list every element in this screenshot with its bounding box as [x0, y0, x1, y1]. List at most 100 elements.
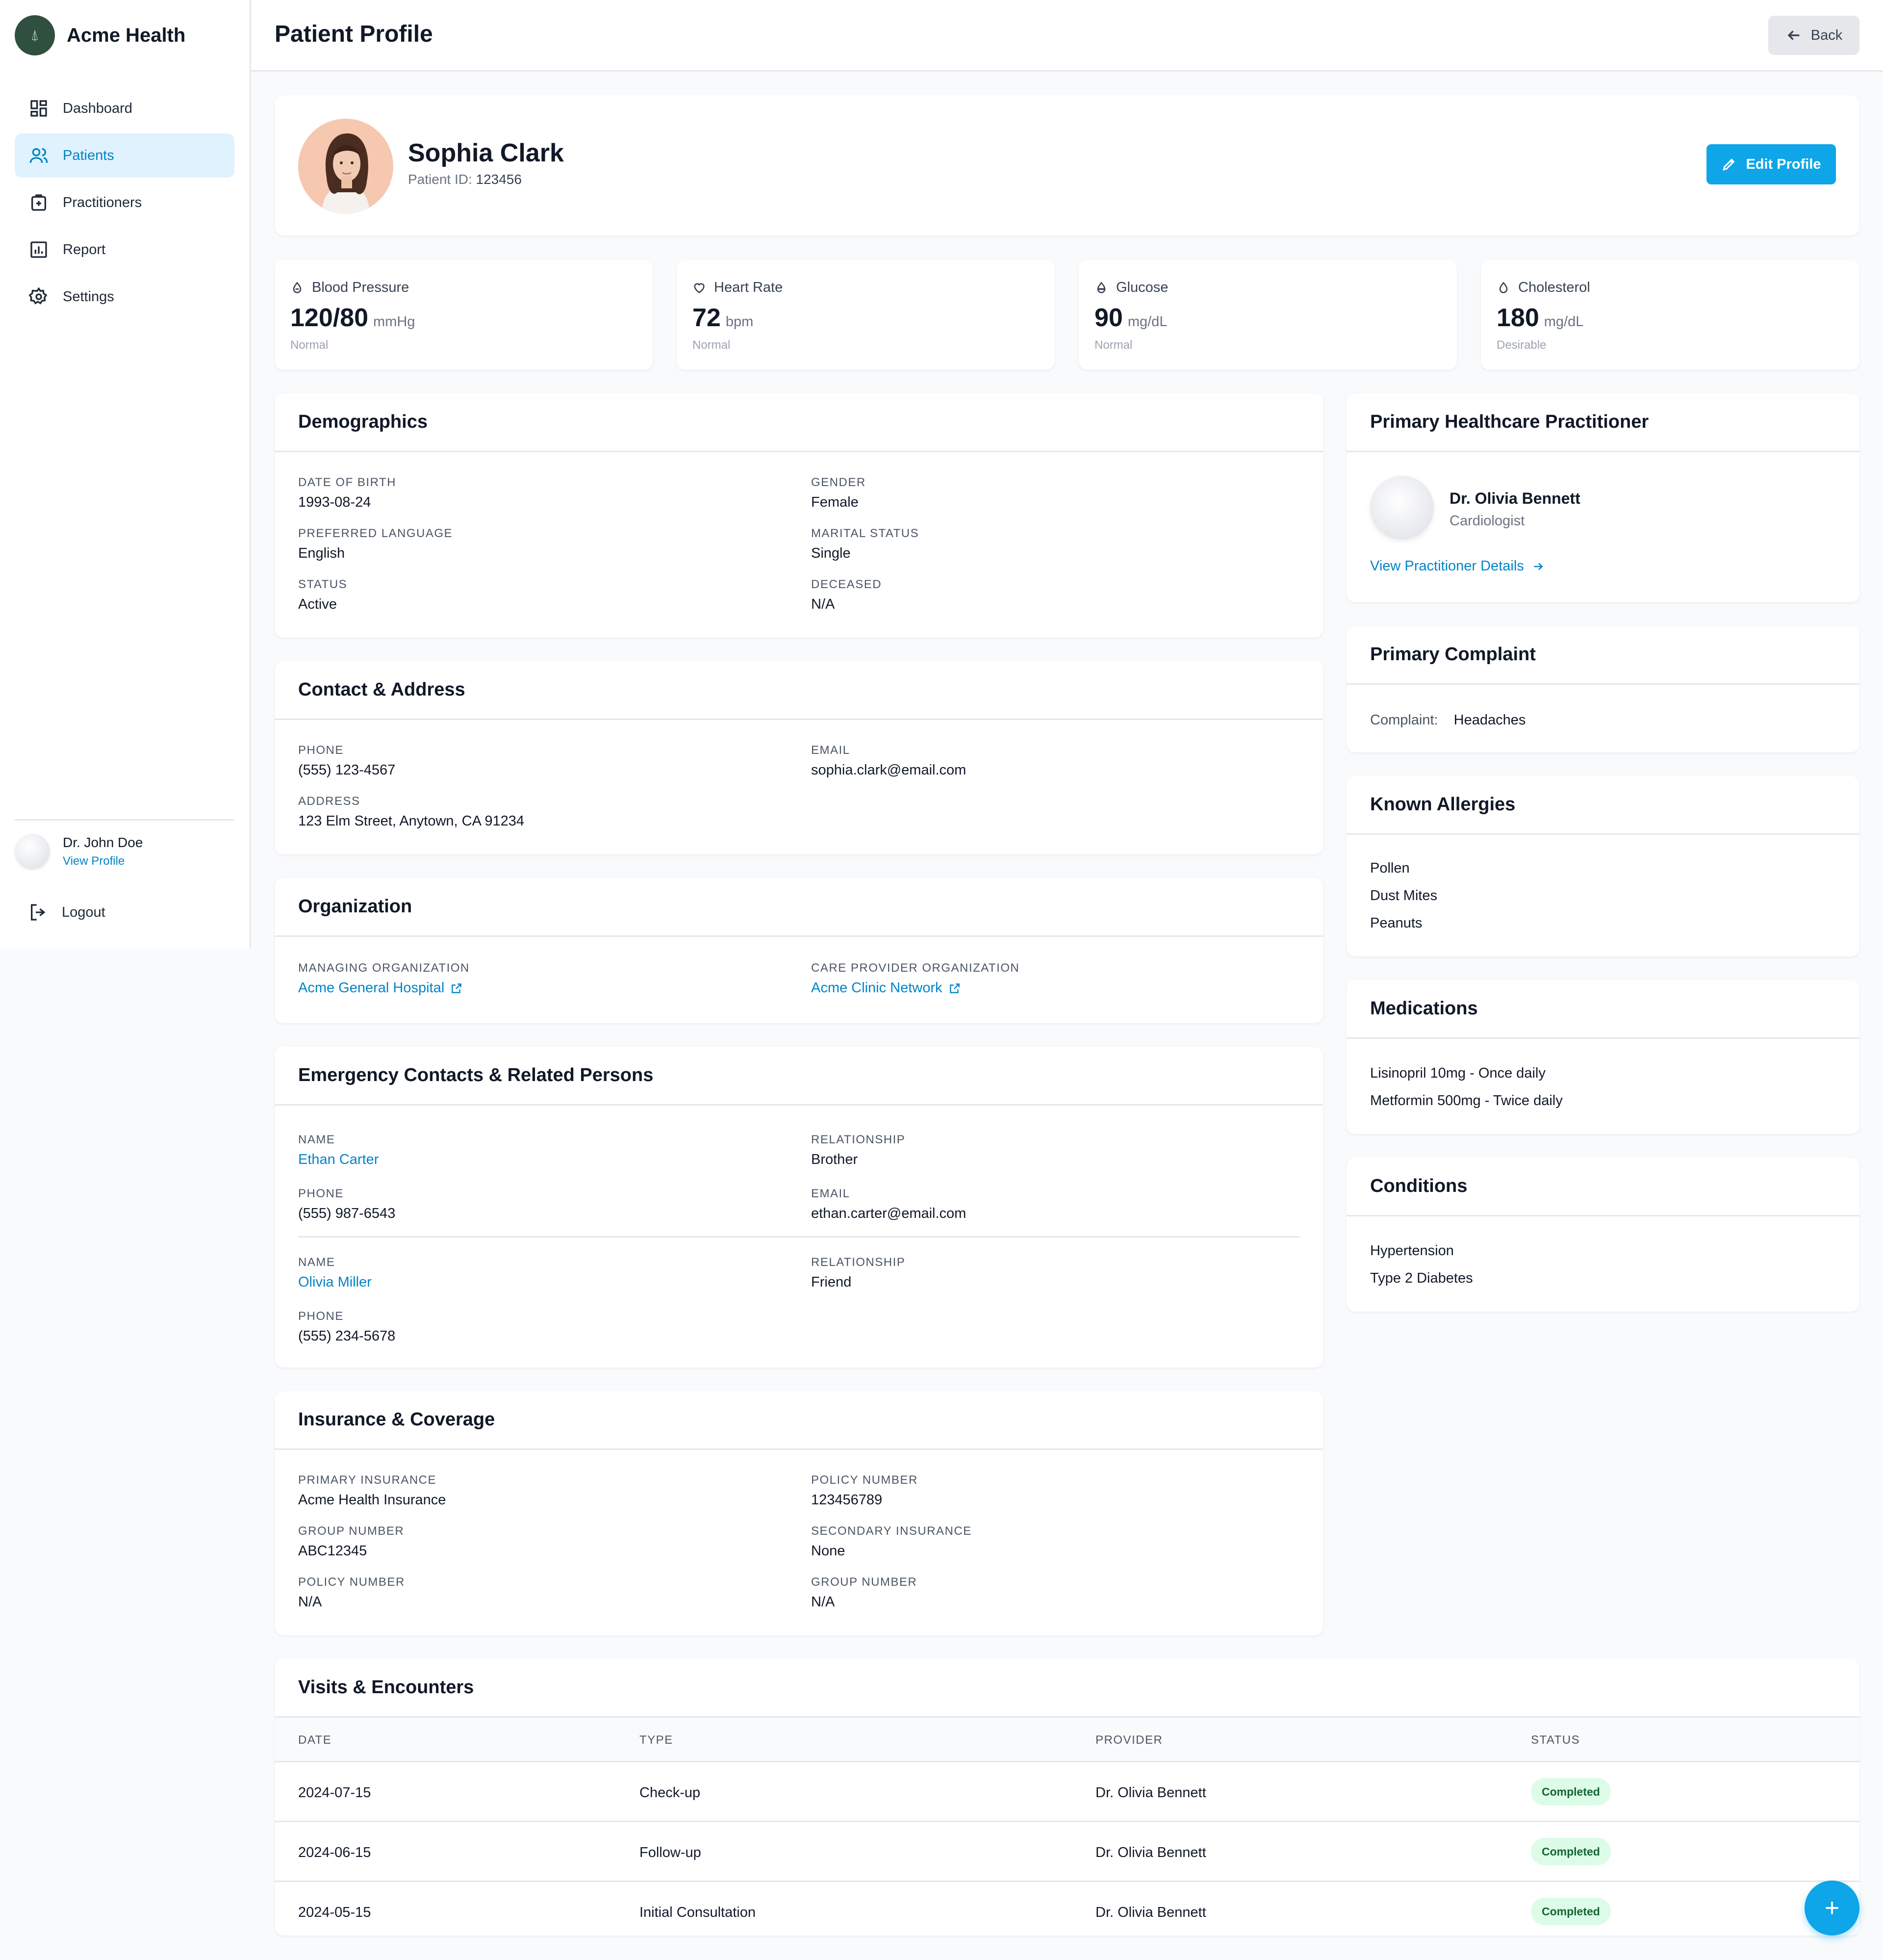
- field-value: ABC12345: [298, 1543, 367, 1559]
- field-secondary-insurance: Secondary Insurance None: [811, 1524, 972, 1559]
- sidebar-item-settings[interactable]: Settings: [15, 275, 234, 319]
- section-title: Insurance & Coverage: [275, 1391, 1323, 1450]
- field-value: (555) 234-5678: [298, 1328, 396, 1344]
- complaint-label: Complaint:: [1370, 712, 1438, 728]
- sidebar-item-label: Dashboard: [63, 100, 132, 116]
- field-value: Friend: [811, 1274, 852, 1290]
- logout-icon: [31, 904, 46, 921]
- table-row[interactable]: 2024-06-15 Follow-up Dr. Olivia Bennett …: [275, 1821, 1859, 1881]
- field-label: Marital Status: [811, 527, 919, 540]
- patient-id-label: Patient ID:: [408, 172, 472, 187]
- plus-icon: +: [1824, 1894, 1840, 1922]
- field-value: 123456789: [811, 1492, 883, 1508]
- visits-card: Visits & Encounters DATE TYPE PROVIDER S…: [275, 1659, 1859, 1935]
- practitioner-role: Cardiologist: [1450, 513, 1525, 529]
- contact-name-link[interactable]: Olivia Miller: [298, 1274, 372, 1290]
- field-secondary-group-number: Group Number N/A: [811, 1575, 917, 1610]
- allergies-card: Known Allergies Pollen Dust Mites Peanut…: [1347, 776, 1859, 956]
- view-profile-link[interactable]: View Profile: [63, 854, 143, 868]
- field-label: Gender: [811, 476, 866, 489]
- field-label: Deceased: [811, 578, 882, 591]
- cell-type: Follow-up: [639, 1845, 701, 1860]
- column-header-status: STATUS: [1531, 1733, 1580, 1747]
- sidebar-item-label: Practitioners: [63, 194, 142, 210]
- practitioner-name: Dr. Olivia Bennett: [1450, 490, 1580, 507]
- field-value: Female: [811, 494, 859, 510]
- sidebar-item-report[interactable]: Report: [15, 228, 234, 272]
- cell-type: Initial Consultation: [639, 1905, 756, 1920]
- field-value: Active: [298, 596, 337, 612]
- practitioner-card: Primary Healthcare Practitioner Dr. Oliv…: [1347, 393, 1859, 602]
- field-label: Group Number: [811, 1575, 917, 1589]
- current-user: Dr. John Doe View Profile: [15, 834, 143, 869]
- vital-note: Normal: [692, 338, 731, 352]
- field-label: Group Number: [298, 1524, 405, 1538]
- cell-date: 2024-05-15: [298, 1905, 371, 1920]
- user-name: Dr. John Doe: [63, 835, 143, 850]
- logout-label: Logout: [62, 904, 105, 920]
- field-policy-number: Policy Number 123456789: [811, 1473, 918, 1508]
- field-label: Managing Organization: [298, 961, 470, 975]
- column-header-type: TYPE: [639, 1733, 673, 1747]
- field-label: Phone: [298, 1187, 344, 1200]
- managing-organization-link[interactable]: Acme General Hospital: [298, 980, 470, 996]
- table-row[interactable]: 2024-07-15 Check-up Dr. Olivia Bennett C…: [275, 1761, 1859, 1821]
- field-value: sophia.clark@email.com: [811, 762, 967, 778]
- contact-name-link[interactable]: Ethan Carter: [298, 1152, 379, 1168]
- avatar[interactable]: [15, 834, 50, 869]
- section-title: Visits & Encounters: [275, 1659, 1859, 1718]
- list-item: Pollen: [1370, 860, 1410, 876]
- vital-label: Glucose: [1116, 280, 1169, 295]
- link-text: Acme General Hospital: [298, 980, 445, 996]
- sidebar-item-dashboard[interactable]: Dashboard: [15, 86, 234, 130]
- column-header-provider: PROVIDER: [1095, 1733, 1163, 1747]
- field-label: Status: [298, 578, 348, 591]
- cell-date: 2024-07-15: [298, 1785, 371, 1801]
- field-managing-organization: Managing Organization Acme General Hospit…: [298, 961, 470, 996]
- care-provider-organization-link[interactable]: Acme Clinic Network: [811, 980, 1019, 996]
- view-practitioner-details-link[interactable]: View Practitioner Details: [1370, 558, 1545, 574]
- field-label: Policy Number: [298, 1575, 405, 1589]
- field-value: N/A: [811, 596, 835, 612]
- field-label: Policy Number: [811, 1473, 918, 1487]
- brand[interactable]: ⍋ Acme Health: [15, 15, 185, 56]
- field-label: Name: [298, 1133, 335, 1146]
- arrow-right-icon: [1534, 563, 1543, 570]
- sidebar-item-patients[interactable]: Patients: [15, 133, 234, 178]
- patient-avatar: [298, 119, 393, 214]
- contact-card: Contact & Address Phone (555) 123-4567 Em…: [275, 661, 1323, 854]
- complaint-value: Headaches: [1453, 712, 1526, 728]
- organization-card: Organization Managing Organization Acme G…: [275, 878, 1323, 1023]
- field-value: None: [811, 1543, 845, 1559]
- back-label: Back: [1810, 27, 1843, 43]
- users-icon: [28, 145, 49, 166]
- section-title: Demographics: [275, 393, 1323, 452]
- vital-value: 180: [1497, 304, 1539, 332]
- vital-unit: bpm: [725, 314, 754, 330]
- field-email: Email sophia.clark@email.com: [811, 744, 966, 778]
- list-item: Dust Mites: [1370, 888, 1437, 903]
- cell-provider: Dr. Olivia Bennett: [1095, 1785, 1206, 1801]
- complaint-row: Complaint: Headaches: [1370, 712, 1526, 728]
- table-row[interactable]: 2024-05-15 Initial Consultation Dr. Oliv…: [275, 1881, 1859, 1940]
- list-item: Peanuts: [1370, 915, 1423, 931]
- sidebar-item-label: Settings: [63, 288, 114, 305]
- app-name: Acme Health: [67, 24, 186, 46]
- page-header: Patient Profile Back: [251, 0, 1883, 72]
- field-relationship: Relationship Brother: [811, 1133, 905, 1168]
- edit-profile-button[interactable]: Edit Profile: [1706, 144, 1836, 184]
- field-care-provider-organization: Care Provider Organization Acme Clinic Ne…: [811, 961, 1019, 996]
- sidebar-item-practitioners[interactable]: Practitioners: [15, 181, 234, 225]
- field-value: English: [298, 545, 345, 561]
- list-item: Hypertension: [1370, 1243, 1454, 1259]
- field-value: ethan.carter@email.com: [811, 1206, 967, 1221]
- logout-button[interactable]: Logout: [15, 893, 105, 932]
- back-button[interactable]: Back: [1768, 16, 1859, 55]
- section-title: Primary Healthcare Practitioner: [1347, 393, 1859, 452]
- arrow-left-icon: [1787, 30, 1800, 40]
- list-item: Metformin 500mg - Twice daily: [1370, 1093, 1563, 1109]
- field-label: Care Provider Organization: [811, 961, 1020, 975]
- add-fab-button[interactable]: +: [1805, 1881, 1859, 1935]
- field-value: (555) 123-4567: [298, 762, 396, 778]
- section-title: Conditions: [1347, 1158, 1859, 1216]
